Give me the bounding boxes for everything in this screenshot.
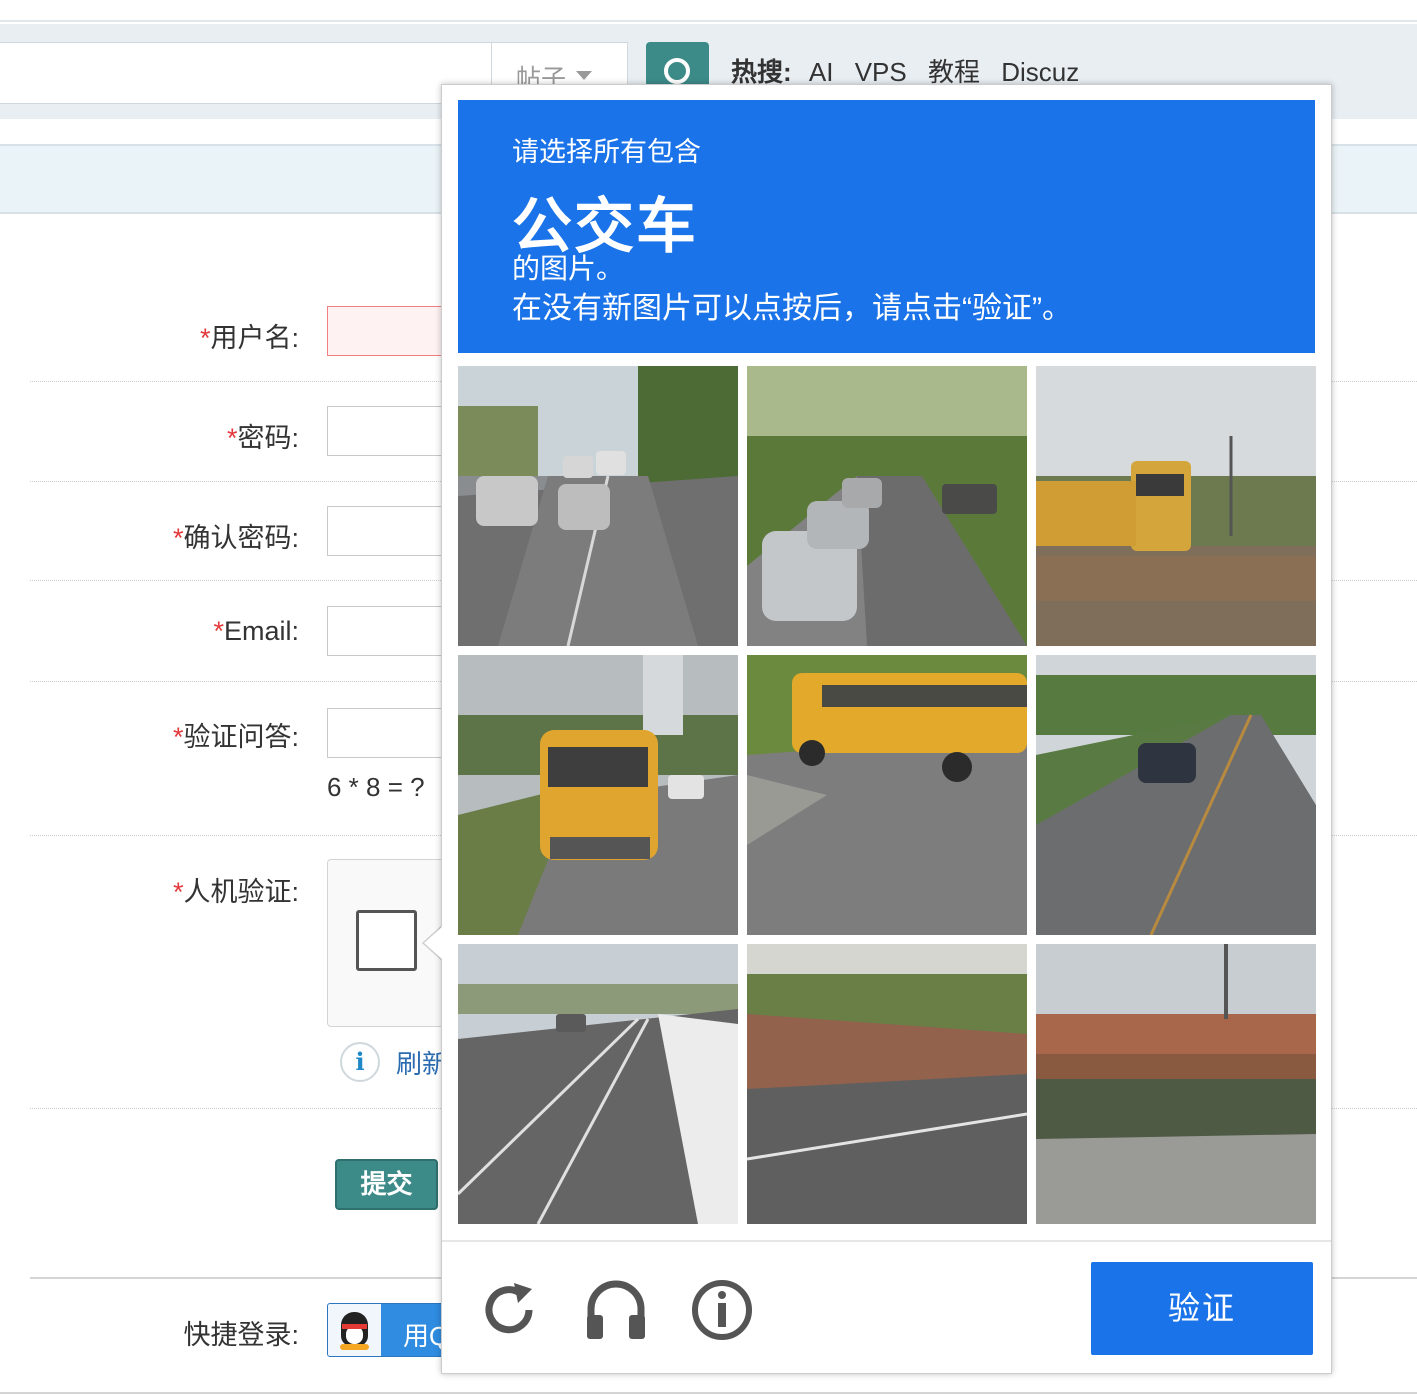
image-tile-9[interactable] [1036,944,1316,1224]
search-input[interactable] [0,42,492,104]
hot-keyword-tutorial[interactable]: 教程 [928,57,980,87]
required-mark: * [172,877,184,907]
hot-keyword-ai[interactable]: AI [809,57,834,87]
email-label: *Email: [213,616,299,647]
street-cars-trees-image [747,366,1027,646]
school-bus-image [747,655,1027,935]
hot-keyword-vps[interactable]: VPS [855,57,907,87]
school-bus-image [458,655,738,935]
instruction-line1: 请选择所有包含 [512,137,701,167]
image-tile-6[interactable] [1036,655,1316,935]
required-mark: * [213,616,224,646]
top-divider [0,20,1417,22]
recaptcha-checkbox[interactable] [356,910,417,971]
username-label: *用户名: [200,316,299,355]
recaptcha-challenge-popup: 请选择所有包含 公交车 的图片。 在没有新图片可以点按后，请点击“验证”。 验证 [441,84,1332,1374]
hot-keyword-discuz[interactable]: Discuz [1001,57,1079,87]
audio-icon[interactable] [581,1275,651,1345]
reload-icon[interactable] [474,1275,544,1345]
page-bottom-line [0,1392,1417,1394]
popup-pointer-inner [424,926,443,960]
challenge-header: 请选择所有包含 公交车 的图片。 在没有新图片可以点按后，请点击“验证”。 [458,100,1315,353]
info-icon: i [340,1042,380,1082]
confirm-password-label-text: 确认密码: [183,523,299,553]
image-tile-8[interactable] [747,944,1027,1224]
image-tile-7[interactable] [458,944,738,1224]
instruction-line3: 的图片。 [512,253,625,284]
image-tile-4[interactable] [458,655,738,935]
school-bus-image [1036,366,1316,646]
required-mark: * [226,423,238,453]
username-label-text: 用户名: [210,323,299,353]
overpass-image [1036,944,1316,1224]
chevron-down-icon [576,71,592,80]
captcha-label: *人机验证: [173,870,299,909]
footer-divider [442,1240,1331,1242]
hot-search-label: 热搜: [731,57,792,87]
required-mark: * [172,722,184,752]
qq-penguin-icon [328,1304,381,1356]
road-wall-image [747,944,1027,1224]
required-mark: * [172,523,184,553]
email-label-text: Email: [223,616,299,646]
question-label-text: 验证问答: [183,722,299,752]
image-tile-3[interactable] [1036,366,1316,646]
image-tile-5[interactable] [747,655,1027,935]
confirm-password-label: *确认密码: [173,516,299,555]
street-car-image [1036,655,1316,935]
password-label: *密码: [227,416,299,455]
road-image [458,944,738,1224]
quick-login-label: 快捷登录: [183,1320,299,1350]
search-icon [664,58,690,84]
image-tile-1[interactable] [458,366,738,646]
password-label-text: 密码: [237,423,299,453]
street-cars-image [458,366,738,646]
required-mark: * [199,323,211,353]
verify-button[interactable]: 验证 [1091,1262,1313,1355]
image-tile-2[interactable] [747,366,1027,646]
question-text: 6 * 8 = ? [327,772,425,802]
instruction-line4: 在没有新图片可以点按后，请点击“验证”。 [512,292,1072,325]
question-label: *验证问答: [173,715,299,754]
submit-button[interactable]: 提交 [335,1159,438,1210]
info-icon[interactable] [687,1275,757,1345]
captcha-label-text: 人机验证: [183,877,299,907]
